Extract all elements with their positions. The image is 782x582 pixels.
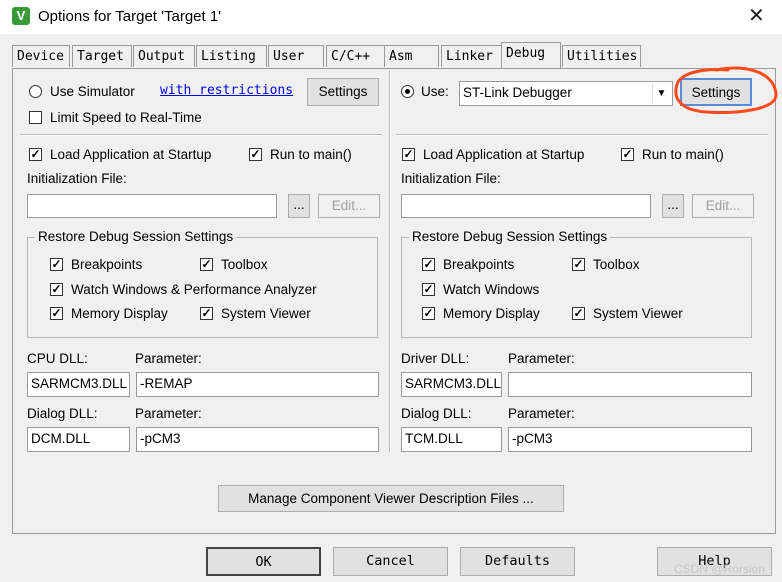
left-init-file-label: Initialization File: (27, 171, 127, 186)
simulator-settings-button[interactable]: Settings (307, 78, 379, 106)
driver-param-label: Parameter: (508, 351, 575, 366)
left-toolbox-label: Toolbox (221, 257, 268, 272)
right-breakpoints-label: Breakpoints (443, 257, 515, 272)
left-breakpoints-checkbox[interactable]: ✓ (50, 258, 63, 271)
left-sysviewer-label: System Viewer (221, 306, 311, 321)
tab-linker[interactable]: Linker (441, 45, 503, 67)
tab-target[interactable]: Target (72, 45, 132, 67)
left-dialog-dll-input[interactable]: DCM.DLL (27, 427, 130, 452)
left-toolbox-checkbox[interactable]: ✓ (200, 258, 213, 271)
right-dialog-param-label: Parameter: (508, 406, 575, 421)
defaults-button[interactable]: Defaults (460, 547, 575, 576)
left-restore-group-title: Restore Debug Session Settings (35, 229, 237, 244)
window-title: Options for Target 'Target 1' (38, 8, 222, 25)
tab-device[interactable]: Device (12, 45, 70, 67)
left-init-file-input[interactable] (27, 194, 277, 218)
left-watch-checkbox[interactable]: ✓ (50, 283, 63, 296)
right-init-file-label: Initialization File: (401, 171, 501, 186)
left-dialog-param-label: Parameter: (135, 406, 202, 421)
left-dialog-dll-label: Dialog DLL: (27, 406, 98, 421)
right-restore-group-title: Restore Debug Session Settings (409, 229, 611, 244)
cpu-dll-input[interactable]: SARMCM3.DLL (27, 372, 130, 397)
use-simulator-radio[interactable] (29, 85, 42, 98)
right-toolbox-checkbox[interactable]: ✓ (572, 258, 585, 271)
right-edit-button[interactable]: Edit... (692, 194, 754, 218)
ok-button[interactable]: OK (206, 547, 321, 576)
left-run-to-main-checkbox[interactable]: ✓ (249, 148, 262, 161)
with-restrictions-link[interactable]: with restrictions (160, 83, 293, 98)
right-memory-checkbox[interactable]: ✓ (422, 307, 435, 320)
use-debugger-radio[interactable] (401, 85, 414, 98)
tab-cpp[interactable]: C/C++ (326, 45, 390, 67)
use-label: Use: (421, 84, 449, 99)
right-toolbox-label: Toolbox (593, 257, 640, 272)
right-run-to-main-checkbox[interactable]: ✓ (621, 148, 634, 161)
tab-asm[interactable]: Asm (384, 45, 439, 67)
left-breakpoints-label: Breakpoints (71, 257, 143, 272)
right-browse-button[interactable]: ... (662, 194, 684, 218)
tab-utilities[interactable]: Utilities (562, 45, 641, 67)
right-watch-checkbox[interactable]: ✓ (422, 283, 435, 296)
right-sysviewer-checkbox[interactable]: ✓ (572, 307, 585, 320)
separator (20, 134, 382, 136)
right-dialog-param-input[interactable]: -pCM3 (508, 427, 752, 452)
cancel-button[interactable]: Cancel (333, 547, 448, 576)
right-load-app-checkbox[interactable]: ✓ (402, 148, 415, 161)
use-simulator-label: Use Simulator (50, 84, 135, 99)
debugger-select[interactable]: ST-Link Debugger ▼ (459, 81, 673, 106)
cpu-param-input[interactable]: -REMAP (136, 372, 379, 397)
right-breakpoints-checkbox[interactable]: ✓ (422, 258, 435, 271)
separator (396, 134, 768, 136)
right-run-to-main-label: Run to main() (642, 147, 724, 162)
right-dialog-dll-label: Dialog DLL: (401, 406, 472, 421)
left-run-to-main-label: Run to main() (270, 147, 352, 162)
left-sysviewer-checkbox[interactable]: ✓ (200, 307, 213, 320)
cpu-dll-label: CPU DLL: (27, 351, 88, 366)
limit-speed-checkbox[interactable] (29, 111, 42, 124)
right-memory-label: Memory Display (443, 306, 540, 321)
right-dialog-dll-input[interactable]: TCM.DLL (401, 427, 502, 452)
chevron-down-icon[interactable]: ▼ (652, 84, 670, 103)
right-watch-label: Watch Windows (443, 282, 540, 297)
tab-user[interactable]: User (268, 45, 324, 67)
left-memory-checkbox[interactable]: ✓ (50, 307, 63, 320)
left-load-app-label: Load Application at Startup (50, 147, 212, 162)
left-memory-label: Memory Display (71, 306, 168, 321)
driver-param-input[interactable] (508, 372, 752, 397)
close-icon[interactable]: ✕ (748, 6, 765, 26)
watermark: CSDN @Rorsion (674, 562, 765, 576)
left-browse-button[interactable]: ... (288, 194, 310, 218)
left-load-app-checkbox[interactable]: ✓ (29, 148, 42, 161)
right-init-file-input[interactable] (401, 194, 651, 218)
right-load-app-label: Load Application at Startup (423, 147, 585, 162)
limit-speed-label: Limit Speed to Real-Time (50, 110, 202, 125)
right-sysviewer-label: System Viewer (593, 306, 683, 321)
left-watch-label: Watch Windows & Performance Analyzer (71, 282, 317, 297)
cpu-param-label: Parameter: (135, 351, 202, 366)
tab-output[interactable]: Output (133, 45, 195, 67)
manage-component-viewer-button[interactable]: Manage Component Viewer Description File… (218, 485, 564, 512)
driver-dll-label: Driver DLL: (401, 351, 470, 366)
driver-dll-input[interactable]: SARMCM3.DLL (401, 372, 502, 397)
app-icon: V (12, 7, 30, 25)
left-dialog-param-input[interactable]: -pCM3 (136, 427, 379, 452)
debugger-settings-button[interactable]: Settings (680, 78, 752, 106)
left-edit-button[interactable]: Edit... (318, 194, 380, 218)
tab-listing[interactable]: Listing (196, 45, 267, 67)
debugger-select-value: ST-Link Debugger (463, 85, 572, 100)
tab-debug[interactable]: Debug (501, 42, 561, 68)
